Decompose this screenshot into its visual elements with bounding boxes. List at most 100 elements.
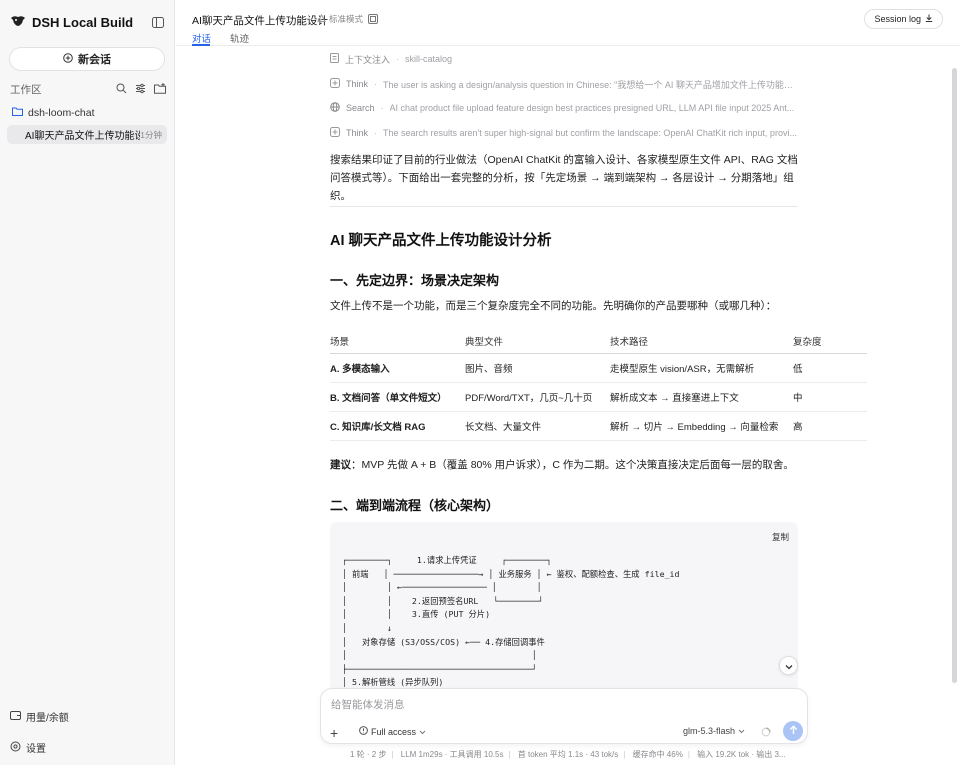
step-label: Think (346, 128, 369, 138)
new-chat-button[interactable]: 新会话 (9, 47, 165, 71)
status-llm-time: LLM 1m29s · 工具调用 10.5s (400, 750, 504, 759)
step-label: 上下文注入 (345, 54, 391, 65)
access-label: Full access (371, 726, 417, 737)
mode-label: 标准模式 (329, 14, 364, 24)
new-chat-label: 新会话 (78, 54, 111, 66)
step-label: Think (346, 79, 369, 89)
step-detail: skill-catalog (405, 54, 453, 64)
table-header: 技术路径 (610, 329, 793, 354)
code-content: ┌────────┐ 1.请求上传凭证 ┌────────┐ │ 前端 │ ──… (342, 555, 680, 688)
table-header: 典型文件 (465, 329, 610, 354)
scroll-to-bottom-button[interactable] (779, 656, 798, 675)
usage-button[interactable]: 用量/余额 (10, 709, 69, 724)
settings-label: 设置 (26, 744, 46, 755)
session-log-button[interactable]: Session log (864, 9, 943, 29)
step-detail: AI chat product file upload feature desi… (389, 103, 795, 113)
brand: DSH Local Build (10, 14, 133, 31)
mode-indicator[interactable]: 标准模式 (317, 13, 363, 25)
filter-icon[interactable] (135, 83, 146, 97)
status-cache: 缓存命中 46% (632, 750, 683, 759)
wallet-icon (10, 710, 21, 723)
model-selector[interactable]: glm-5.3-flash (683, 726, 745, 736)
header: AI聊天产品文件上传功能设计 标准模式 对话 轨迹 Session log (176, 0, 960, 46)
attach-plus-icon[interactable]: + (330, 725, 338, 741)
table-header-row: 场景 典型文件 技术路径 复杂度 (330, 329, 867, 354)
table-row: C. 知识库/长文档 RAG 长文档、大量文件 解析 → 切片 → Embedd… (330, 411, 867, 441)
search-icon[interactable] (116, 83, 127, 97)
status-bar: 1 轮 · 2 步 | LLM 1m29s · 工具调用 10.5s | 首 tok… (350, 750, 786, 759)
table-row: A. 多模态输入 图片、音频 走模型原生 vision/ASR，无需解析 低 (330, 353, 867, 383)
status-token-speed: 首 token 平均 1.1s · 43 tok/s (517, 750, 619, 759)
project-name: dsh-loom-chat (28, 107, 95, 119)
table-header: 复杂度 (793, 329, 867, 354)
step-think[interactable]: Think · The search results aren't super … (330, 126, 798, 140)
table-cell: B. 文档问答（单文件短文） (330, 382, 465, 412)
sidebar-toggle-icon[interactable] (152, 17, 164, 31)
table-cell: 解析成文本 → 直接塞进上下文 (610, 382, 793, 412)
suggestion-label: 建议 (330, 459, 351, 471)
status-tokens: 输入 19.2K tok · 输出 3... (697, 750, 786, 759)
divider (330, 206, 798, 207)
globe-icon (330, 102, 340, 114)
document-icon (330, 53, 339, 65)
send-button[interactable] (783, 721, 803, 741)
step-label: Search (346, 103, 375, 113)
arrow-up-icon (789, 724, 798, 738)
table-cell: 走模型原生 vision/ASR，无需解析 (610, 353, 793, 383)
table-cell: 中 (793, 382, 867, 412)
new-folder-icon[interactable] (154, 82, 166, 97)
tab-chat[interactable]: 对话 (192, 31, 211, 45)
chevron-down-icon (738, 726, 745, 736)
step-search[interactable]: Search · AI chat product file upload fea… (330, 101, 798, 115)
table-header: 场景 (330, 329, 465, 354)
step-detail: The user is asking a design/analysis que… (383, 79, 798, 90)
table-row: B. 文档问答（单文件短文） PDF/Word/TXT，几页~几十页 解析成文本… (330, 382, 867, 412)
scrollbar[interactable] (952, 68, 957, 683)
model-label: glm-5.3-flash (683, 726, 736, 736)
app-title: DSH Local Build (32, 15, 134, 30)
tab-trace[interactable]: 轨迹 (230, 31, 249, 45)
expand-icon[interactable] (368, 13, 378, 27)
loading-spinner-icon (761, 726, 771, 740)
scenario-table: 场景 典型文件 技术路径 复杂度 A. 多模态输入 图片、音频 走模型原生 vi… (330, 329, 867, 441)
page-heading: AI 聊天产品文件上传功能设计分析 (330, 233, 552, 249)
suggestion-text: ：MVP 先做 A + B（覆盖 80% 用户诉求），C 作为二期。这个决策直接… (351, 459, 794, 471)
copy-button[interactable]: 复制 (772, 531, 789, 543)
project-item[interactable]: dsh-loom-chat (12, 107, 95, 119)
section-heading: 一、先定边界：场景决定架构 (330, 273, 500, 288)
plus-circle-icon (63, 52, 73, 66)
message-input[interactable] (331, 697, 791, 713)
conversation-time: 1分钟 (140, 129, 162, 140)
session-log-label: Session log (874, 14, 921, 24)
suggestion-paragraph: 建议：MVP 先做 A + B（覆盖 80% 用户诉求），C 作为二期。这个决策… (330, 456, 798, 474)
usage-label: 用量/余额 (26, 713, 69, 724)
step-detail: The search results aren't super high-sig… (383, 128, 797, 138)
info-circle-icon (359, 726, 368, 737)
table-cell: C. 知识库/长文档 RAG (330, 411, 465, 441)
gear-icon (10, 741, 21, 755)
table-cell: 图片、音频 (465, 353, 610, 383)
conversation-title: AI聊天产品文件上传功能设计 (25, 131, 141, 142)
download-icon (925, 14, 933, 24)
conversation-item[interactable]: AI聊天产品文件上传功能设计 1分钟 (7, 125, 167, 144)
table-cell: 低 (793, 353, 867, 383)
section-paragraph: 文件上传不是一个功能，而是三个复杂度完全不同的功能。先明确你的产品要哪种（或哪几… (330, 300, 777, 312)
chevron-down-icon (419, 727, 426, 737)
table-cell: 解析 → 切片 → Embedding → 向量检索 (610, 411, 793, 441)
folder-icon (12, 107, 23, 119)
access-selector[interactable]: Full access (359, 726, 426, 737)
table-cell: PDF/Word/TXT，几页~几十页 (465, 382, 610, 412)
chevron-down-icon (785, 659, 793, 673)
table-cell: 长文档、大量文件 (465, 411, 610, 441)
sidebar: DSH Local Build 新会话 工作区 dsh-loom-chat AI… (0, 0, 175, 765)
recycle-icon (317, 13, 326, 25)
workspace-label: 工作区 (10, 84, 42, 96)
step-think[interactable]: Think · The user is asking a design/anal… (330, 77, 798, 91)
workspace-header: 工作区 (10, 82, 166, 97)
settings-button[interactable]: 设置 (10, 740, 46, 755)
intro-paragraph: 搜索结果印证了目前的行业做法（OpenAI ChatKit 的富输入设计、各家模… (330, 154, 798, 202)
conversation-header-title: AI聊天产品文件上传功能设计 (192, 15, 328, 27)
composer: + Full access glm-5.3-flash (320, 688, 808, 744)
step-context[interactable]: 上下文注入 · skill-catalog (330, 52, 798, 66)
code-block: 复制 ┌────────┐ 1.请求上传凭证 ┌────────┐ │ 前端 │… (330, 522, 798, 692)
